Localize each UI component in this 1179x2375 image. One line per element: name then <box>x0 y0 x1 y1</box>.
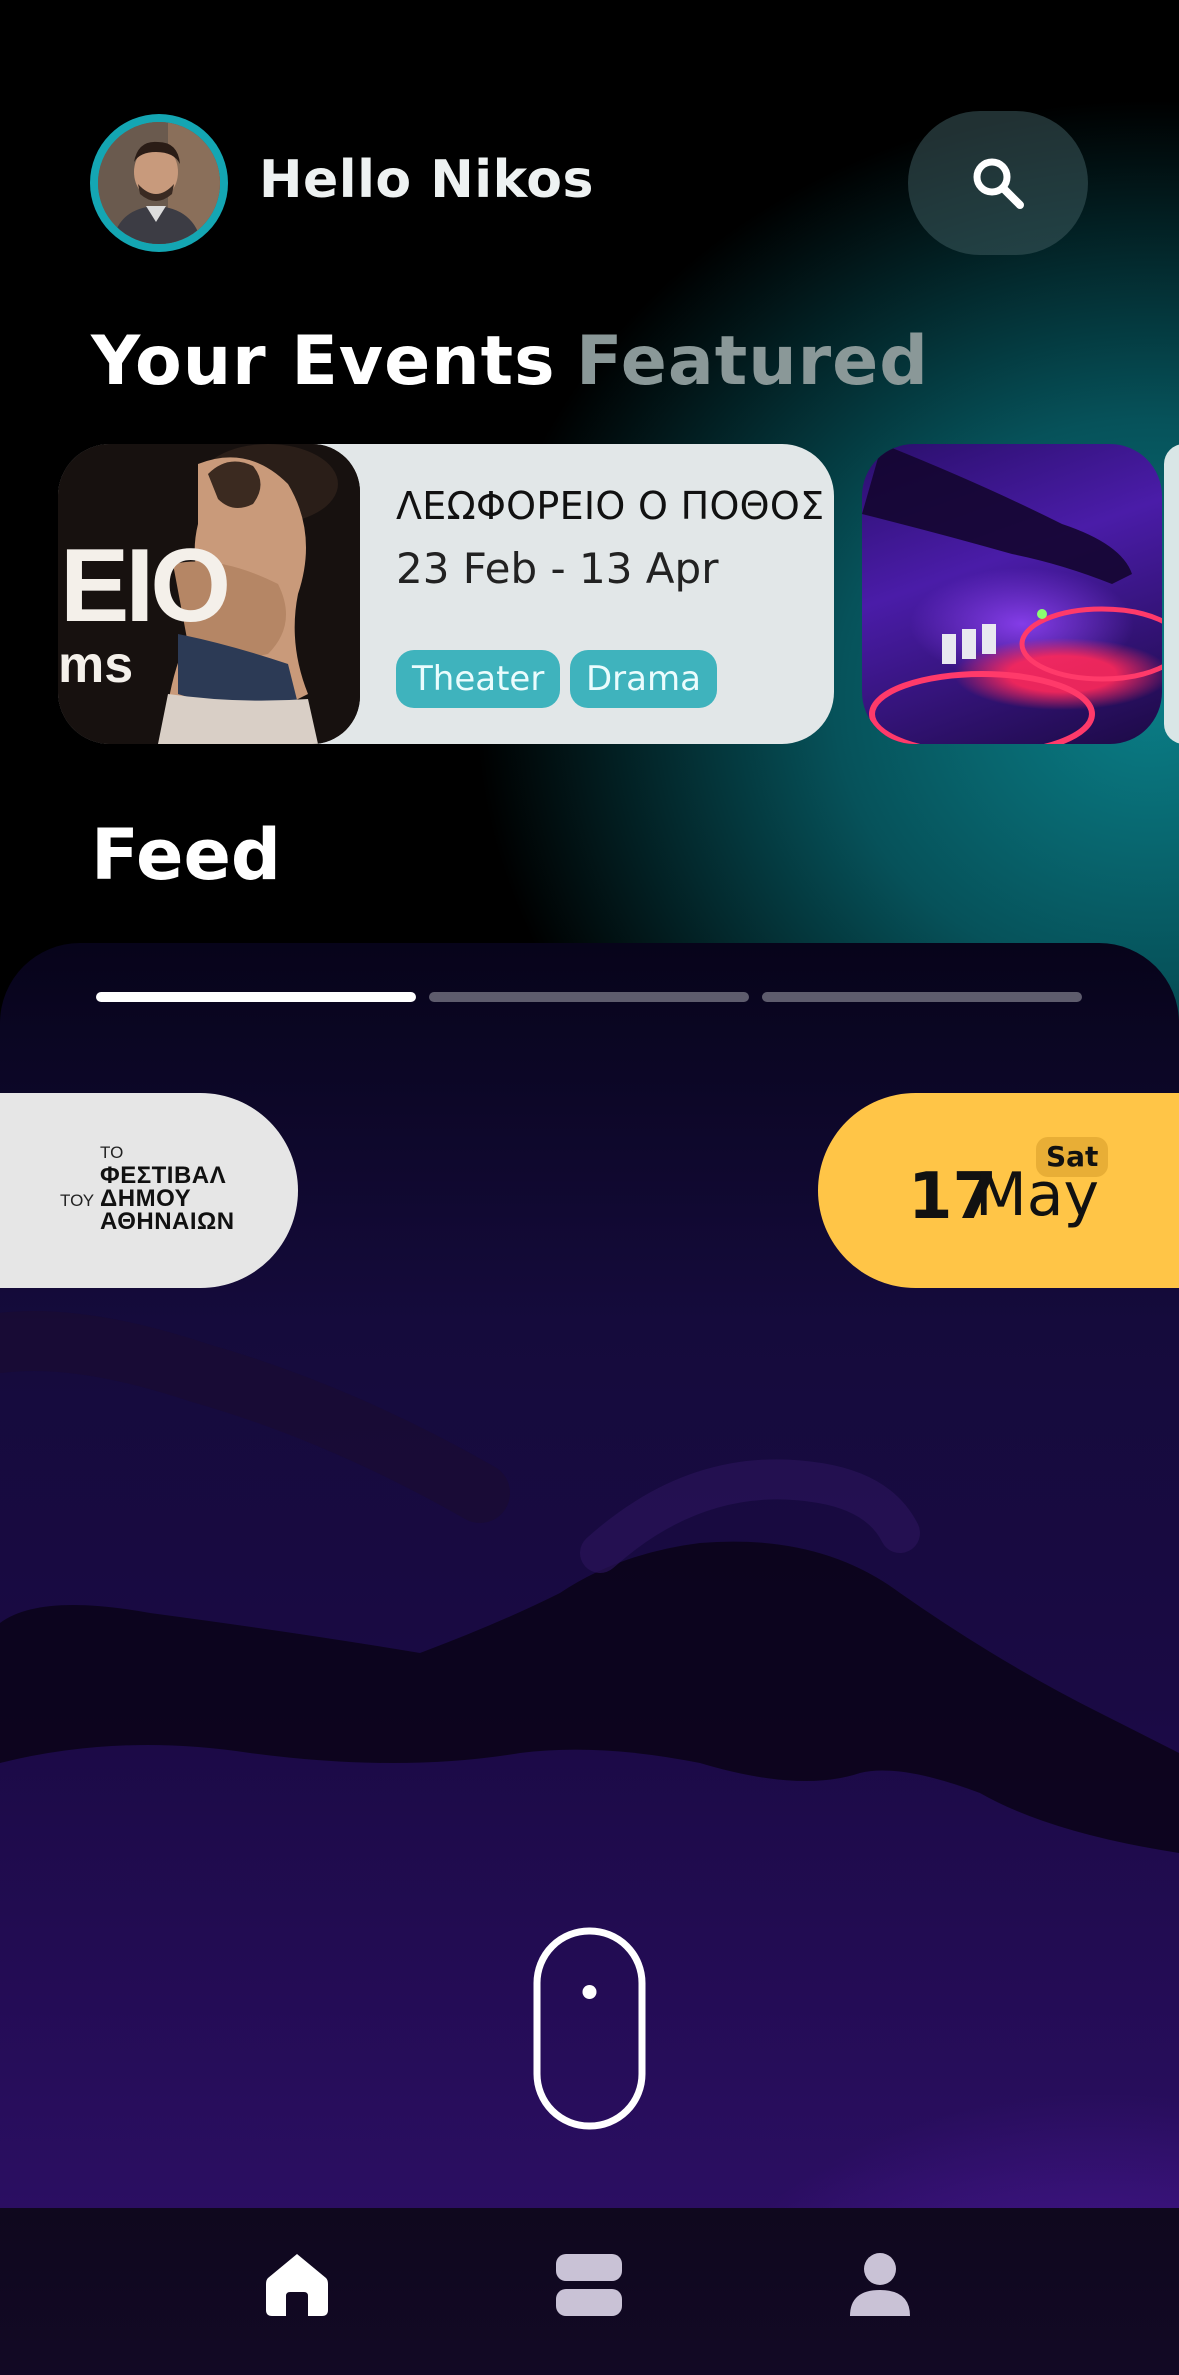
thumb-subtitle-fragment: ms <box>58 636 134 694</box>
camera-notch <box>410 0 770 18</box>
app-screen: Hello Nikos Your Events Featured EIO ms … <box>0 0 1179 2375</box>
home-icon[interactable] <box>266 2252 328 2318</box>
feed-heading: Feed <box>91 814 282 896</box>
event-title: ΛΕΩΦΟΡΕΙΟ Ο ΠΟΘΟΣ <box>396 484 825 528</box>
event-card[interactable]: EIO ms ΛΕΩΦΟΡΕΙΟ Ο ΠΟΘΟΣ 23 Feb - 13 Apr… <box>58 444 834 744</box>
tag-drama[interactable]: Drama <box>570 650 717 708</box>
search-icon <box>973 158 1024 209</box>
profile-icon[interactable] <box>848 2252 912 2318</box>
event-card-dj[interactable] <box>862 444 1162 744</box>
date-weekday: Sat <box>1036 1137 1109 1177</box>
story-progress-3 <box>762 992 1082 1002</box>
event-thumbnail: EIO ms <box>58 444 360 744</box>
mouse-scroll-icon <box>533 1927 646 2130</box>
tag-theater[interactable]: Theater <box>396 650 561 708</box>
organizer-logo-line1: ΤΟ <box>100 1143 124 1162</box>
events-icon[interactable] <box>554 2252 624 2318</box>
thumb-title-fragment: EIO <box>60 528 231 644</box>
avatar[interactable] <box>90 114 228 252</box>
story-progress-2 <box>429 992 749 1002</box>
avatar-photo <box>98 122 220 244</box>
organizer-logo-line3-small: ΤΟΥ <box>60 1191 95 1210</box>
search-button[interactable] <box>908 111 1088 255</box>
tab-featured[interactable]: Featured <box>576 322 929 401</box>
tab-your-events[interactable]: Your Events <box>91 322 556 401</box>
organizer-logo-line4: ΑΘΗΝΑΙΩΝ <box>100 1208 235 1235</box>
greeting-text: Hello Nikos <box>259 150 594 210</box>
event-dates: 23 Feb - 13 Apr <box>396 544 719 593</box>
next-card-edge <box>1164 444 1179 744</box>
story-progress-1 <box>96 992 416 1002</box>
